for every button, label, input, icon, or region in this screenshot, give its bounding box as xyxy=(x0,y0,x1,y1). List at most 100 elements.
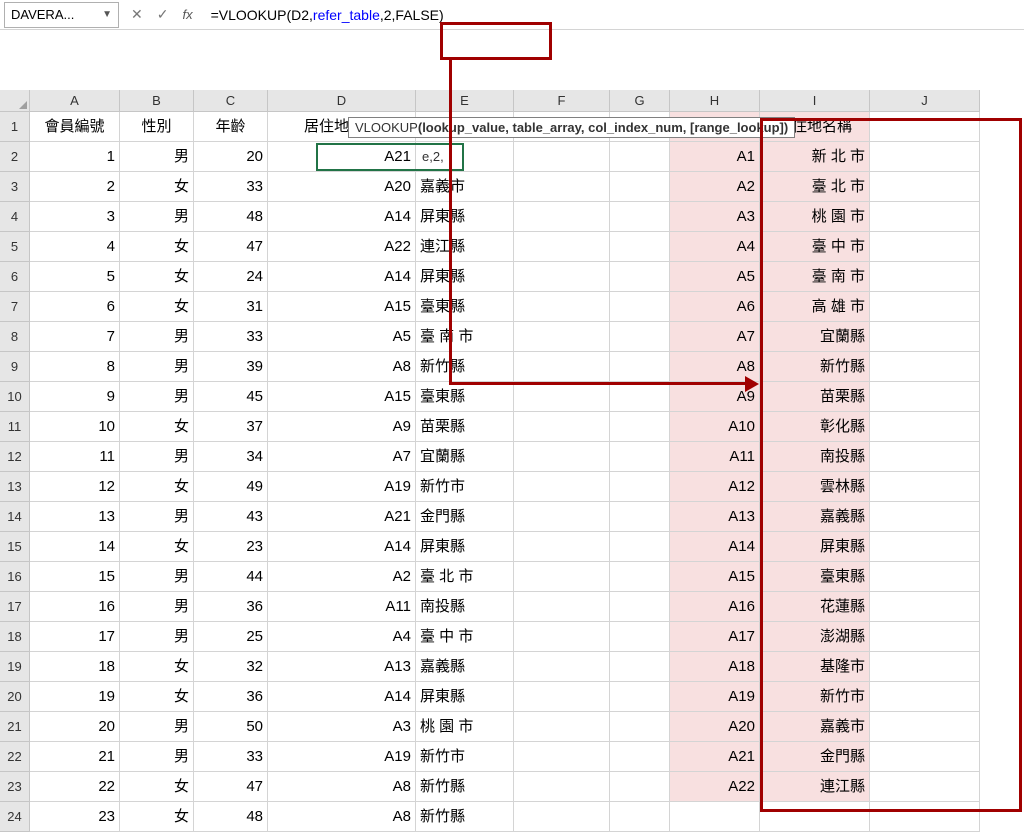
cell-F[interactable] xyxy=(514,622,610,652)
cell-G[interactable] xyxy=(610,172,670,202)
cell-A[interactable]: 19 xyxy=(30,682,120,712)
cell-E[interactable]: 嘉義市 xyxy=(416,172,514,202)
cell-G[interactable] xyxy=(610,412,670,442)
cell-G[interactable] xyxy=(610,652,670,682)
cell-F[interactable] xyxy=(514,322,610,352)
cell-E[interactable]: 宜蘭縣 xyxy=(416,442,514,472)
cell-F[interactable] xyxy=(514,682,610,712)
refer-code[interactable]: A16 xyxy=(670,592,760,622)
cell-D[interactable]: A14 xyxy=(268,262,416,292)
cell-D[interactable]: A8 xyxy=(268,352,416,382)
refer-code[interactable]: A21 xyxy=(670,742,760,772)
cell-B[interactable]: 男 xyxy=(120,592,194,622)
refer-code[interactable]: A18 xyxy=(670,652,760,682)
cell-G[interactable] xyxy=(610,532,670,562)
cell-E[interactable]: 屏東縣 xyxy=(416,682,514,712)
cell-E[interactable]: 嘉義縣 xyxy=(416,652,514,682)
chevron-down-icon[interactable]: ▼ xyxy=(102,9,112,20)
cell-C[interactable]: 36 xyxy=(194,682,268,712)
cell-A[interactable]: 18 xyxy=(30,652,120,682)
cell-B[interactable]: 男 xyxy=(120,382,194,412)
refer-code[interactable]: A6 xyxy=(670,292,760,322)
cell-G[interactable] xyxy=(610,562,670,592)
cell-E[interactable]: 新竹縣 xyxy=(416,802,514,832)
cell-B[interactable]: 男 xyxy=(120,442,194,472)
row-header-15[interactable]: 15 xyxy=(0,532,30,562)
cell-A[interactable]: 10 xyxy=(30,412,120,442)
cell-E[interactable]: 臺 中 市 xyxy=(416,622,514,652)
refer-code[interactable]: A12 xyxy=(670,472,760,502)
refer-code[interactable]: A4 xyxy=(670,232,760,262)
cell-B[interactable]: 女 xyxy=(120,292,194,322)
cell-E[interactable]: 屏東縣 xyxy=(416,532,514,562)
cell-F[interactable] xyxy=(514,532,610,562)
refer-code[interactable]: A13 xyxy=(670,502,760,532)
cell-C[interactable]: 36 xyxy=(194,592,268,622)
cell-B[interactable]: 男 xyxy=(120,142,194,172)
cell-B[interactable]: 女 xyxy=(120,262,194,292)
cell-F[interactable] xyxy=(514,382,610,412)
cell-G[interactable] xyxy=(610,802,670,832)
cell-E[interactable]: 新竹市 xyxy=(416,472,514,502)
cell-E[interactable]: 金門縣 xyxy=(416,502,514,532)
column-header-D[interactable]: D xyxy=(268,90,416,112)
cell-E[interactable]: 臺 南 市 xyxy=(416,322,514,352)
column-header-G[interactable]: G xyxy=(610,90,670,112)
cell-B[interactable]: 男 xyxy=(120,352,194,382)
cell-F[interactable] xyxy=(514,472,610,502)
cell-A[interactable]: 22 xyxy=(30,772,120,802)
row-header-5[interactable]: 5 xyxy=(0,232,30,262)
cell-D[interactable]: A13 xyxy=(268,652,416,682)
cell-H[interactable] xyxy=(670,802,760,832)
cell-B[interactable]: 男 xyxy=(120,622,194,652)
cell-C[interactable]: 25 xyxy=(194,622,268,652)
cell-F[interactable] xyxy=(514,202,610,232)
cell-B[interactable]: 女 xyxy=(120,532,194,562)
column-header-C[interactable]: C xyxy=(194,90,268,112)
row-header-2[interactable]: 2 xyxy=(0,142,30,172)
cancel-icon[interactable]: ✕ xyxy=(131,6,143,23)
refer-code[interactable]: A14 xyxy=(670,532,760,562)
refer-code[interactable]: A19 xyxy=(670,682,760,712)
row-header-10[interactable]: 10 xyxy=(0,382,30,412)
row-header-19[interactable]: 19 xyxy=(0,652,30,682)
cell-B[interactable]: 女 xyxy=(120,652,194,682)
row-header-24[interactable]: 24 xyxy=(0,802,30,832)
cell-A[interactable]: 14 xyxy=(30,532,120,562)
cell-C[interactable]: 20 xyxy=(194,142,268,172)
cell-A[interactable]: 1 xyxy=(30,142,120,172)
cell-E[interactable]: 新竹縣 xyxy=(416,772,514,802)
row-header-3[interactable]: 3 xyxy=(0,172,30,202)
cell-G[interactable] xyxy=(610,502,670,532)
cell-G[interactable] xyxy=(610,622,670,652)
cell-A[interactable]: 23 xyxy=(30,802,120,832)
cell-E[interactable]: 臺 北 市 xyxy=(416,562,514,592)
cell-C[interactable]: 37 xyxy=(194,412,268,442)
refer-code[interactable]: A7 xyxy=(670,322,760,352)
row-header-8[interactable]: 8 xyxy=(0,322,30,352)
cell-B[interactable]: 女 xyxy=(120,472,194,502)
cell-F[interactable] xyxy=(514,262,610,292)
cell-D[interactable]: A8 xyxy=(268,802,416,832)
cell-C[interactable]: 47 xyxy=(194,772,268,802)
cell-A[interactable]: 6 xyxy=(30,292,120,322)
cell-F[interactable] xyxy=(514,592,610,622)
cell-C[interactable]: 48 xyxy=(194,802,268,832)
cell-A[interactable]: 9 xyxy=(30,382,120,412)
cell-B[interactable]: 男 xyxy=(120,562,194,592)
cell-D[interactable]: A11 xyxy=(268,592,416,622)
cell-G[interactable] xyxy=(610,742,670,772)
row-header-11[interactable]: 11 xyxy=(0,412,30,442)
cell-E[interactable]: 臺東縣 xyxy=(416,382,514,412)
cell-A[interactable]: 2 xyxy=(30,172,120,202)
formula-input[interactable]: =VLOOKUP(D2,refer_table,2,FALSE) xyxy=(205,2,1024,28)
cell-A[interactable]: 20 xyxy=(30,712,120,742)
column-header-J[interactable]: J xyxy=(870,90,980,112)
cell-D[interactable]: A7 xyxy=(268,442,416,472)
cell-G[interactable] xyxy=(610,292,670,322)
cell-F[interactable] xyxy=(514,442,610,472)
cell-B[interactable]: 女 xyxy=(120,172,194,202)
cell-A[interactable]: 4 xyxy=(30,232,120,262)
cell-E[interactable]: 南投縣 xyxy=(416,592,514,622)
cell-F[interactable] xyxy=(514,412,610,442)
